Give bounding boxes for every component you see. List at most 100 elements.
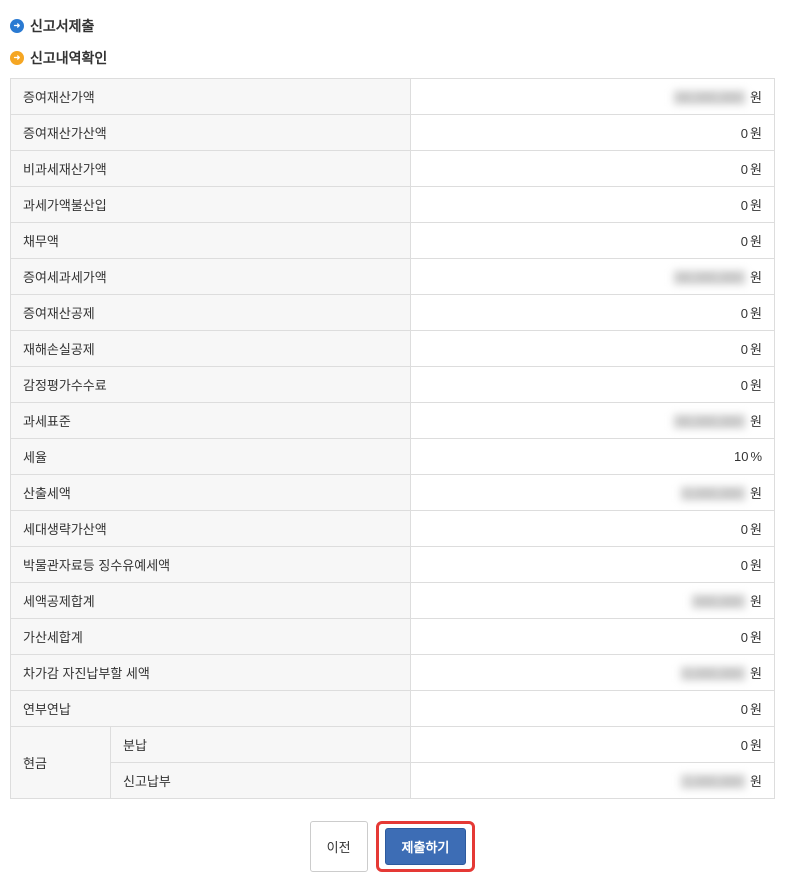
row-value-cell: 0원 — [411, 691, 775, 727]
row-unit: 원 — [750, 702, 762, 717]
row-value: 000,000 — [691, 594, 746, 609]
row-value: 0 — [741, 378, 748, 393]
row-value: 0 — [741, 558, 748, 573]
row-value: 0 — [741, 342, 748, 357]
row-value-cell: 0원 — [411, 187, 775, 223]
row-label: 박물관자료등 징수유예세액 — [11, 547, 411, 583]
row-value-cell: 0원 — [411, 331, 775, 367]
table-row: 박물관자료등 징수유예세액0원 — [11, 547, 775, 583]
row-unit: 원 — [750, 594, 762, 609]
row-unit: 원 — [750, 522, 762, 537]
cash-sub-label: 신고납부 — [111, 763, 411, 799]
table-row: 가산세합계0원 — [11, 619, 775, 655]
section-submit-header: 신고서제출 — [10, 10, 775, 42]
row-value: 0 — [741, 702, 748, 717]
row-value-cell: 2,000,000 원 — [411, 763, 775, 799]
table-row: 산출세액 0,000,000 원 — [11, 475, 775, 511]
row-value-cell: 0원 — [411, 547, 775, 583]
table-row: 세대생략가산액0원 — [11, 511, 775, 547]
table-row: 채무액0원 — [11, 223, 775, 259]
row-value-cell: 00,000,000 원 — [411, 259, 775, 295]
tax-form-table: 증여재산가액00,000,000원증여재산가산액0원비과세재산가액0원과세가액불… — [10, 78, 775, 799]
row-value: 00,000,000 — [673, 90, 746, 105]
section-history-title: 신고내역확인 — [30, 48, 107, 68]
table-row: 증여재산공제0원 — [11, 295, 775, 331]
submit-highlight: 제출하기 — [376, 821, 476, 872]
row-value-cell: 0,000,000 원 — [411, 655, 775, 691]
row-value: 0 — [741, 198, 748, 213]
table-row: 증여재산가산액 0원 — [11, 115, 775, 151]
row-label: 세대생략가산액 — [11, 511, 411, 547]
row-label: 차가감 자진납부할 세액 — [11, 655, 411, 691]
table-row: 연부연납0원 — [11, 691, 775, 727]
table-row: 과세표준 00,000,000 원 — [11, 403, 775, 439]
row-value-cell: 00,000,000 원 — [411, 403, 775, 439]
row-unit: 원 — [750, 666, 762, 681]
row-unit: 원 — [750, 126, 762, 141]
section-submit-title: 신고서제출 — [30, 16, 94, 36]
section-history-header: 신고내역확인 — [10, 42, 775, 74]
row-unit: % — [750, 449, 762, 464]
cash-sub-label: 분납 — [111, 727, 411, 763]
row-value: 0 — [741, 522, 748, 537]
prev-button[interactable]: 이전 — [310, 821, 368, 872]
row-value: 0 — [741, 738, 748, 753]
row-unit: 원 — [750, 90, 762, 105]
table-row: 차가감 자진납부할 세액 0,000,000 원 — [11, 655, 775, 691]
table-row: 세액공제합계000,000원 — [11, 583, 775, 619]
row-value-cell: 000,000 원 — [411, 583, 775, 619]
row-value: 00,000,000 — [673, 270, 746, 285]
row-unit: 원 — [750, 306, 762, 321]
row-value-cell: 0원 — [411, 511, 775, 547]
row-label: 재해손실공제 — [11, 331, 411, 367]
row-label: 과세표준 — [11, 403, 411, 439]
row-label: 증여재산가산액 — [11, 115, 411, 151]
row-value: 2,000,000 — [680, 774, 746, 789]
row-value: 0,000,000 — [680, 486, 746, 501]
table-row: 세율10% — [11, 439, 775, 475]
table-row: 증여세과세가액00,000,000원 — [11, 259, 775, 295]
submit-button[interactable]: 제출하기 — [385, 828, 467, 865]
table-row: 재해손실공제0원 — [11, 331, 775, 367]
arrow-icon — [10, 19, 24, 33]
row-value: 0 — [741, 162, 748, 177]
row-value-cell: 10% — [411, 439, 775, 475]
row-unit: 원 — [750, 342, 762, 357]
row-label: 산출세액 — [11, 475, 411, 511]
row-unit: 원 — [750, 378, 762, 393]
row-value: 0 — [741, 234, 748, 249]
row-label: 과세가액불산입 — [11, 187, 411, 223]
row-value: 00,000,000 — [673, 414, 746, 429]
row-label: 채무액 — [11, 223, 411, 259]
table-row: 현금분납0원 — [11, 727, 775, 763]
row-value: 0 — [741, 630, 748, 645]
row-value: 0 — [741, 126, 748, 141]
arrow-icon — [10, 51, 24, 65]
table-row: 과세가액불산입0원 — [11, 187, 775, 223]
row-value-cell: 00,000,000 원 — [411, 79, 775, 115]
row-value-cell: 0,000,000 원 — [411, 475, 775, 511]
row-unit: 원 — [750, 414, 762, 429]
row-value: 10 — [734, 449, 748, 464]
row-value-cell: 0원 — [411, 727, 775, 763]
row-value-cell: 0원 — [411, 223, 775, 259]
table-row: 증여재산가액00,000,000원 — [11, 79, 775, 115]
row-unit: 원 — [750, 738, 762, 753]
row-label: 비과세재산가액 — [11, 151, 411, 187]
table-row: 신고납부 2,000,000 원 — [11, 763, 775, 799]
row-unit: 원 — [750, 558, 762, 573]
table-row: 비과세재산가액 0원 — [11, 151, 775, 187]
row-unit: 원 — [750, 774, 762, 789]
row-unit: 원 — [750, 270, 762, 285]
row-unit: 원 — [750, 162, 762, 177]
button-row: 이전 제출하기 — [10, 817, 775, 876]
row-unit: 원 — [750, 486, 762, 501]
row-unit: 원 — [750, 234, 762, 249]
row-label: 가산세합계 — [11, 619, 411, 655]
row-value-cell: 0원 — [411, 295, 775, 331]
row-label: 연부연납 — [11, 691, 411, 727]
table-row: 감정평가수수료 0원 — [11, 367, 775, 403]
row-value: 0,000,000 — [680, 666, 746, 681]
row-value-cell: 0원 — [411, 619, 775, 655]
row-label: 감정평가수수료 — [11, 367, 411, 403]
